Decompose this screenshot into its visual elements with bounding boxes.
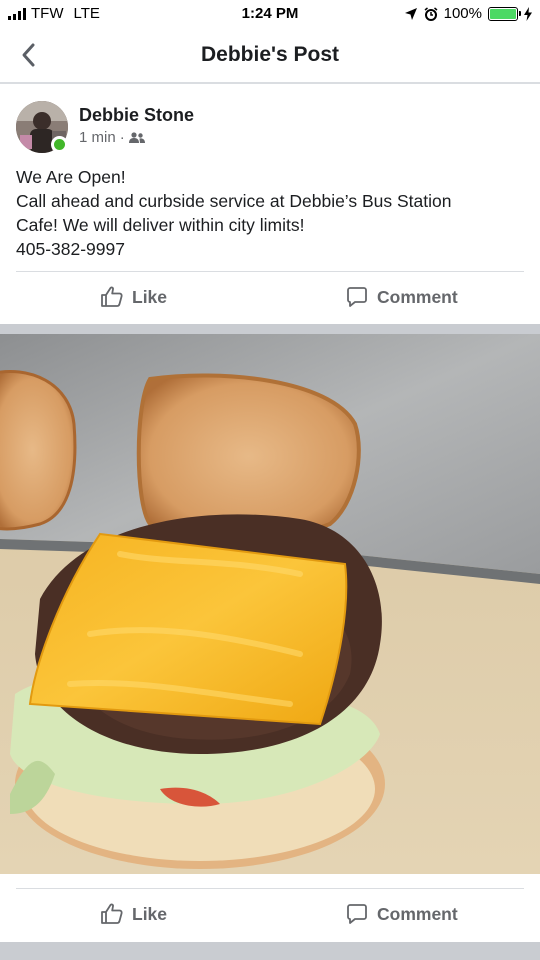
charging-bolt-icon: [524, 6, 532, 21]
feed-separator: [0, 942, 540, 960]
navigation-bar: Debbie's Post: [0, 28, 540, 84]
comment-label: Comment: [377, 903, 458, 924]
post-photo[interactable]: [0, 334, 540, 874]
battery-icon: [488, 6, 521, 21]
thumbs-up-icon: [101, 903, 123, 924]
battery-percent: 100%: [443, 5, 482, 22]
comment-button[interactable]: Comment: [345, 902, 458, 926]
status-bar: TFW LTE 1:24 PM 100%: [0, 0, 540, 28]
like-button[interactable]: Like: [100, 902, 167, 926]
comment-label: Comment: [377, 286, 458, 307]
post-meta: 1 min ·: [79, 129, 145, 146]
post-text-line: We Are Open!: [16, 167, 126, 187]
page-title: Debbie's Post: [200, 43, 340, 66]
phone-number[interactable]: 405-382-9997: [16, 237, 526, 261]
online-status-indicator: [51, 136, 68, 153]
location-arrow-icon: [404, 7, 417, 20]
post-timestamp[interactable]: 1 min: [79, 129, 116, 146]
divider: [16, 888, 524, 889]
like-button[interactable]: Like: [100, 285, 167, 309]
meta-separator: ·: [119, 129, 125, 146]
comment-button[interactable]: Comment: [345, 285, 458, 309]
post-body: We Are Open! Call ahead and curbside ser…: [16, 165, 526, 261]
post-text-line: Call ahead and curbside service at Debbi…: [16, 191, 452, 211]
feed-separator: [0, 324, 540, 334]
friends-icon: [128, 131, 145, 143]
alarm-icon: [424, 6, 438, 21]
divider: [16, 271, 524, 272]
post-action-bar: Like Comment: [0, 271, 540, 323]
like-label: Like: [132, 903, 168, 924]
post-action-bar: Like Comment: [0, 888, 540, 940]
thumbs-up-icon: [101, 286, 123, 307]
author-name[interactable]: Debbie Stone: [79, 105, 194, 126]
comment-bubble-icon: [347, 904, 367, 924]
comment-bubble-icon: [347, 287, 367, 307]
post-text-line: Cafe! We will deliver within city limits…: [16, 215, 305, 235]
like-label: Like: [132, 286, 168, 307]
post-header: Debbie Stone 1 min ·: [0, 98, 540, 158]
